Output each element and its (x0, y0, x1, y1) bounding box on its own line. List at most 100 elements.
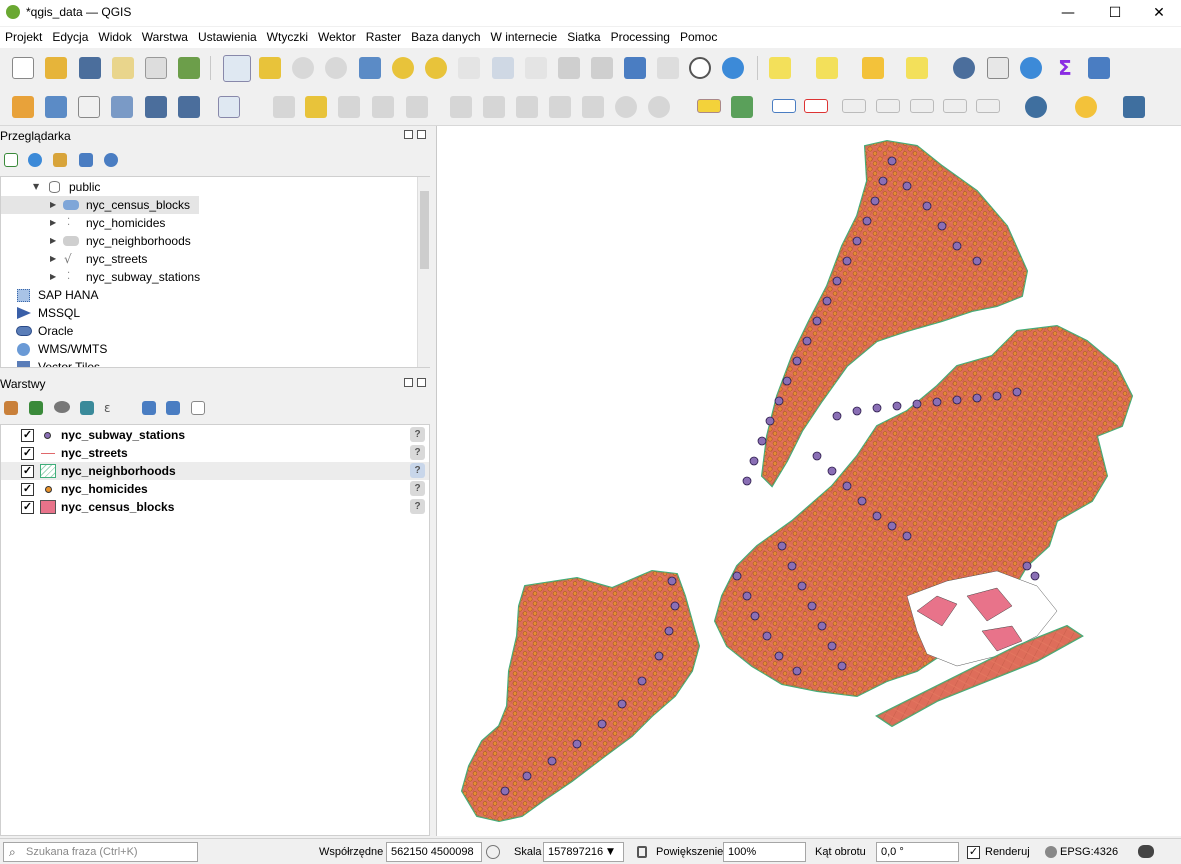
menu-processing[interactable]: Processing (606, 27, 675, 44)
vertex-tool-icon[interactable] (406, 96, 428, 118)
maximize-button[interactable]: ☐ (1092, 0, 1138, 26)
new-map-view-icon[interactable] (558, 57, 580, 79)
temporal-clock-icon[interactable] (689, 57, 711, 79)
scale-combo[interactable]: 157897216 ▼ (543, 842, 624, 862)
layer-visibility-checkbox[interactable]: ✓ (21, 465, 34, 478)
layer-visibility-checkbox[interactable]: ✓ (21, 483, 34, 496)
scrollbar-thumb[interactable] (420, 191, 429, 269)
zoom-selection-icon[interactable] (392, 57, 414, 79)
digitize-icon[interactable] (111, 96, 133, 118)
close-panel-icon[interactable] (417, 378, 426, 387)
select-location-icon[interactable] (906, 57, 928, 79)
tree-item-mssql[interactable]: MSSQL (1, 304, 416, 322)
zoom-last-icon[interactable] (492, 57, 514, 79)
zoom-in-icon[interactable] (292, 57, 314, 79)
pan-hand-icon[interactable] (223, 55, 251, 82)
save-project-icon[interactable] (79, 57, 101, 79)
save-as-icon[interactable] (112, 57, 134, 79)
collapse-all-icon[interactable] (79, 153, 93, 167)
print-layout-icon[interactable] (145, 57, 167, 79)
rotate-label-icon[interactable] (876, 99, 900, 113)
measure-icon[interactable] (1088, 57, 1110, 79)
memory-layer-icon[interactable] (145, 96, 167, 118)
paste-features-icon[interactable] (582, 96, 604, 118)
attribute-table-icon[interactable] (987, 57, 1009, 79)
label-abc-icon[interactable] (697, 99, 721, 113)
messages-icon[interactable] (1138, 845, 1154, 858)
identify-icon[interactable] (953, 57, 975, 79)
cut-features-icon[interactable] (516, 96, 538, 118)
tree-item-nyc-neighborhoods[interactable]: ▶ nyc_neighborhoods (1, 232, 416, 250)
layer-row-nyc-homicides[interactable]: ✓ nyc_homicides ? (1, 480, 429, 498)
tree-item-nyc-subway-stations[interactable]: ▶ ⁚ nyc_subway_stations (1, 268, 416, 286)
tree-item-public[interactable]: ▼ public (1, 178, 416, 196)
move-label-icon[interactable] (842, 99, 866, 113)
show-bookmarks-icon[interactable] (657, 57, 679, 79)
refresh-icon[interactable] (28, 153, 42, 167)
remove-layer-icon[interactable] (191, 401, 205, 415)
toolbox-gear-icon[interactable] (1020, 57, 1042, 79)
layer-styling-icon[interactable] (4, 401, 18, 415)
new-shapefile-icon[interactable] (78, 96, 100, 118)
tree-item-oracle[interactable]: Oracle (1, 322, 416, 340)
tree-item-nyc-homicides[interactable]: ▶ ⁚ nyc_homicides (1, 214, 416, 232)
layer-row-nyc-census-blocks[interactable]: ✓ nyc_census_blocks ? (1, 498, 429, 516)
layer-row-nyc-subway-stations[interactable]: ✓ nyc_subway_stations ? (1, 426, 429, 444)
crs-globe-icon[interactable] (1045, 846, 1057, 858)
menu-w-internecie[interactable]: W internecie (486, 27, 563, 44)
add-group-icon[interactable] (29, 401, 43, 415)
menu-siatka[interactable]: Siatka (562, 27, 605, 44)
zoom-next-icon[interactable] (525, 57, 547, 79)
collapse-all-icon[interactable] (166, 401, 180, 415)
mesh-layer-icon[interactable] (178, 96, 200, 118)
info-icon[interactable] (104, 153, 118, 167)
tree-item-nyc-census-blocks[interactable]: ▶ nyc_census_blocks (1, 196, 199, 214)
close-panel-icon[interactable] (417, 130, 426, 139)
copy-features-icon[interactable] (549, 96, 571, 118)
menu-edycja[interactable]: Edycja (47, 27, 93, 44)
deselect-icon[interactable] (862, 57, 884, 79)
python-console-icon[interactable] (1075, 96, 1097, 118)
crs-button[interactable]: EPSG:4326 (1060, 846, 1118, 858)
pan-to-selection-icon[interactable] (259, 57, 281, 79)
virtual-layer-icon[interactable] (218, 96, 240, 118)
unknown-crs-icon[interactable]: ? (410, 481, 425, 496)
filter-expression-icon[interactable]: ε (104, 401, 118, 415)
coordinates-field[interactable]: 562150 4500098 (386, 842, 482, 862)
menu-pomoc[interactable]: Pomoc (675, 27, 722, 44)
render-checkbox[interactable]: ✓ (967, 846, 980, 859)
help-icon[interactable] (1123, 96, 1145, 118)
tree-item-vector-tiles[interactable]: Vector Tiles (1, 358, 416, 367)
current-edits-icon[interactable] (273, 96, 295, 118)
zoom-layer-icon[interactable] (425, 57, 447, 79)
change-label-icon[interactable] (910, 99, 934, 113)
delete-selected-icon[interactable] (483, 96, 505, 118)
new-3d-view-icon[interactable] (591, 57, 613, 79)
unknown-crs-icon[interactable]: ? (410, 463, 425, 478)
statistics-sigma-icon[interactable]: Σ (1054, 57, 1076, 79)
layer-visibility-checkbox[interactable]: ✓ (21, 447, 34, 460)
add-feature-icon[interactable] (372, 96, 394, 118)
show-hide-labels-icon[interactable] (804, 99, 828, 113)
close-button[interactable]: ✕ (1136, 0, 1181, 26)
visibility-eye-icon[interactable] (54, 401, 70, 413)
label-properties-icon[interactable] (943, 99, 967, 113)
tree-item-wms-wmts[interactable]: WMS/WMTS (1, 340, 416, 358)
menu-wtyczki[interactable]: Wtyczki (262, 27, 313, 44)
save-edits-icon[interactable] (338, 96, 360, 118)
magnifier-spinbox[interactable]: 100% (723, 842, 806, 862)
zoom-native-icon[interactable] (458, 57, 480, 79)
zoom-full-icon[interactable] (359, 57, 381, 79)
toggle-editing-pencil-icon[interactable] (305, 96, 327, 118)
layer-visibility-checkbox[interactable]: ✓ (21, 501, 34, 514)
rotation-spinbox[interactable]: 0,0 ° (876, 842, 959, 862)
layer-row-nyc-streets[interactable]: ✓ nyc_streets ? (1, 444, 429, 462)
filter-icon[interactable] (53, 153, 67, 167)
menu-wektor[interactable]: Wektor (313, 27, 361, 44)
style-manager-icon[interactable] (178, 57, 200, 79)
float-panel-icon[interactable] (404, 378, 413, 387)
data-source-manager-icon[interactable] (12, 96, 34, 118)
toggle-extents-icon[interactable] (486, 845, 500, 859)
minimize-button[interactable]: — (1045, 0, 1091, 26)
label-toolbar-icon[interactable] (976, 99, 1000, 113)
